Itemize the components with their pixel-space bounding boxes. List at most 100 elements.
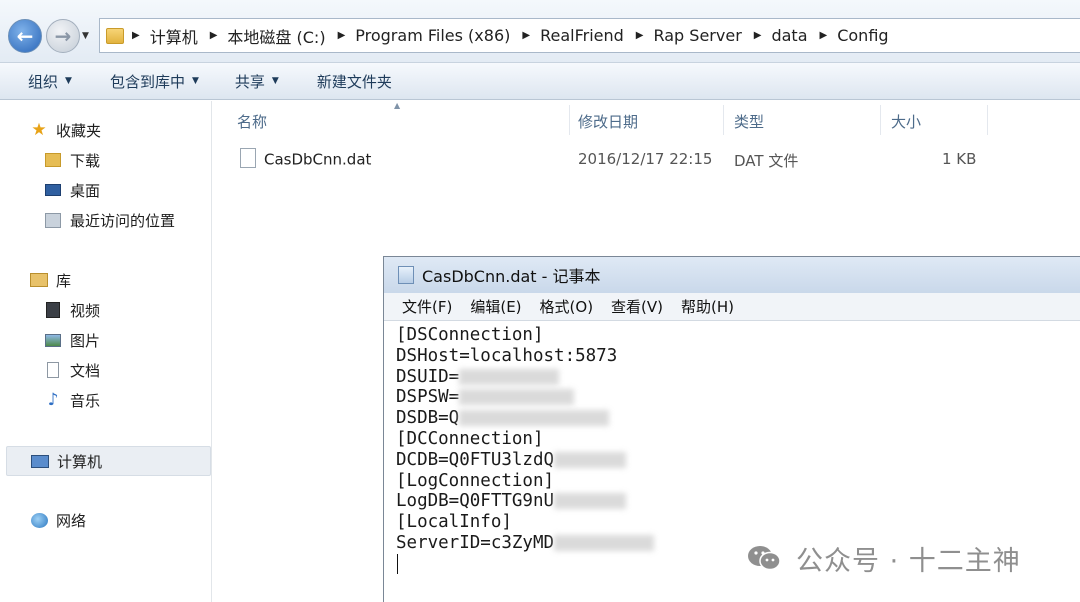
- breadcrumb-data[interactable]: data: [771, 26, 807, 45]
- text-line: DCDB=Q0FTU3lzdQ: [396, 449, 555, 470]
- new-folder-label: 新建文件夹: [316, 72, 392, 91]
- recent-pages-dropdown[interactable]: ▼: [82, 31, 89, 41]
- menu-edit[interactable]: 编辑(E): [470, 296, 521, 317]
- computer-icon: [31, 453, 49, 469]
- sidebar-item-recent-places[interactable]: 最近访问的位置: [44, 208, 175, 232]
- column-header-type[interactable]: 类型: [734, 111, 764, 132]
- sidebar-item-label: 网络: [56, 511, 87, 530]
- chevron-right-icon[interactable]: ▶: [210, 30, 218, 41]
- file-name-cell[interactable]: CasDbCnn.dat: [240, 148, 372, 170]
- sidebar-item-desktop[interactable]: 桌面: [44, 178, 100, 202]
- notepad-icon: [398, 266, 414, 284]
- chevron-right-icon[interactable]: ▶: [636, 30, 644, 41]
- sidebar-item-computer[interactable]: 计算机: [6, 446, 211, 476]
- organize-label: 组织: [28, 72, 59, 91]
- sidebar-item-label: 图片: [70, 331, 101, 350]
- desktop-icon: [44, 182, 62, 198]
- text-line: DSDB=Q: [396, 408, 460, 429]
- text-cursor: [397, 554, 398, 574]
- network-icon: [30, 512, 48, 528]
- sidebar-item-pictures[interactable]: 图片: [44, 328, 100, 352]
- arrow-right-icon: →: [54, 24, 72, 48]
- caret-down-icon: ▼: [191, 76, 199, 86]
- library-icon: [30, 272, 48, 288]
- sidebar-item-documents[interactable]: 文档: [44, 358, 100, 382]
- organize-button[interactable]: 组织 ▼: [16, 66, 84, 96]
- new-folder-button[interactable]: 新建文件夹: [305, 66, 404, 96]
- address-bar[interactable]: ▶ 计算机 ▶ 本地磁盘 (C:) ▶ Program Files (x86) …: [99, 18, 1080, 53]
- sidebar-item-label: 收藏夹: [56, 121, 102, 140]
- folder-icon: [106, 27, 124, 44]
- redacted-blur: [459, 389, 575, 406]
- breadcrumb-config[interactable]: Config: [837, 26, 888, 45]
- wechat-logo-icon: [748, 546, 781, 571]
- sidebar-item-network[interactable]: 网络: [30, 508, 86, 532]
- text-line: [LogConnection]: [396, 470, 555, 491]
- chevron-right-icon[interactable]: ▶: [522, 30, 530, 41]
- menu-help[interactable]: 帮助(H): [681, 296, 734, 317]
- menu-file[interactable]: 文件(F): [402, 296, 452, 317]
- text-line-redacted: DSUID=: [396, 367, 1076, 388]
- sidebar-item-libraries[interactable]: 库: [30, 268, 71, 292]
- text-line: ServerID=c3ZyMD: [396, 532, 555, 553]
- sidebar-item-music[interactable]: ♪ 音乐: [44, 388, 100, 412]
- document-icon: [44, 362, 62, 378]
- chevron-right-icon[interactable]: ▶: [754, 30, 762, 41]
- sidebar-item-label: 库: [56, 271, 72, 290]
- menu-view[interactable]: 查看(V): [611, 296, 663, 317]
- star-icon: ★: [31, 120, 47, 140]
- sidebar-item-label: 桌面: [70, 181, 101, 200]
- arrow-left-icon: ←: [16, 24, 34, 48]
- breadcrumb-realfriend[interactable]: RealFriend: [540, 26, 624, 45]
- text-line: DSPSW=: [396, 387, 460, 408]
- watermark: 公众号 · 十二主神: [746, 540, 1021, 577]
- sort-ascending-icon: ▲: [394, 101, 401, 110]
- sidebar-item-favorites[interactable]: ★ 收藏夹: [30, 118, 101, 142]
- chevron-right-icon[interactable]: ▶: [820, 30, 828, 41]
- music-note-icon: ♪: [47, 390, 59, 410]
- back-button[interactable]: ←: [8, 19, 42, 53]
- breadcrumb-rap-server[interactable]: Rap Server: [653, 26, 741, 45]
- breadcrumb-program-files[interactable]: Program Files (x86): [355, 26, 510, 45]
- share-button[interactable]: 共享 ▼: [223, 66, 291, 96]
- breadcrumb-local-disk[interactable]: 本地磁盘 (C:): [227, 24, 325, 48]
- notepad-title-bar[interactable]: CasDbCnn.dat - 记事本: [384, 257, 1080, 293]
- file-icon: [240, 148, 256, 168]
- include-in-library-button[interactable]: 包含到库中 ▼: [98, 66, 211, 96]
- sidebar-item-label: 计算机: [57, 452, 103, 471]
- redacted-blur: [459, 410, 610, 427]
- sidebar-item-label: 文档: [70, 361, 101, 380]
- include-in-library-label: 包含到库中: [109, 72, 185, 91]
- redacted-blur: [554, 451, 627, 468]
- navigation-pane: ★ 收藏夹 下载 桌面 最近访问的位置 库 视频 图片 文档 ♪ 音乐 计算机 …: [0, 101, 212, 602]
- address-toolbar: ← → ▼ ▶ 计算机 ▶ 本地磁盘 (C:) ▶ Program Files …: [0, 0, 1080, 62]
- notepad-text-area[interactable]: [DSConnection] DSHost=localhost:5873 DSUID…: [396, 325, 1076, 554]
- share-label: 共享: [234, 72, 265, 91]
- column-header-size[interactable]: 大小: [891, 111, 921, 132]
- text-line-redacted: LogDB=Q0FTTG9nU: [396, 491, 1076, 512]
- text-line-redacted: DSPSW=: [396, 387, 1076, 408]
- text-line: [DSConnection]: [396, 325, 544, 345]
- sidebar-item-label: 最近访问的位置: [70, 211, 176, 230]
- sidebar-item-videos[interactable]: 视频: [44, 298, 100, 322]
- redacted-blur: [554, 534, 655, 551]
- menu-format[interactable]: 格式(O): [540, 296, 594, 317]
- column-divider[interactable]: [987, 105, 988, 135]
- column-header-name[interactable]: 名称: [237, 111, 267, 132]
- text-line: [LocalInfo]: [396, 512, 512, 533]
- column-divider[interactable]: [880, 105, 881, 135]
- forward-button[interactable]: →: [46, 19, 80, 53]
- chevron-right-icon[interactable]: ▶: [132, 30, 140, 41]
- recent-places-icon: [44, 212, 62, 228]
- caret-down-icon: ▼: [271, 76, 279, 86]
- column-divider[interactable]: [723, 105, 724, 135]
- column-divider[interactable]: [569, 105, 570, 135]
- breadcrumb-computer[interactable]: 计算机: [150, 24, 198, 48]
- file-name: CasDbCnn.dat: [264, 150, 372, 169]
- sidebar-item-downloads[interactable]: 下载: [44, 148, 100, 172]
- command-bar: 组织 ▼ 包含到库中 ▼ 共享 ▼ 新建文件夹: [0, 62, 1080, 100]
- file-size-cell: 1 KB: [942, 150, 977, 168]
- caret-down-icon: ▼: [65, 76, 72, 86]
- chevron-right-icon[interactable]: ▶: [338, 30, 346, 41]
- column-header-modified[interactable]: 修改日期: [578, 111, 638, 132]
